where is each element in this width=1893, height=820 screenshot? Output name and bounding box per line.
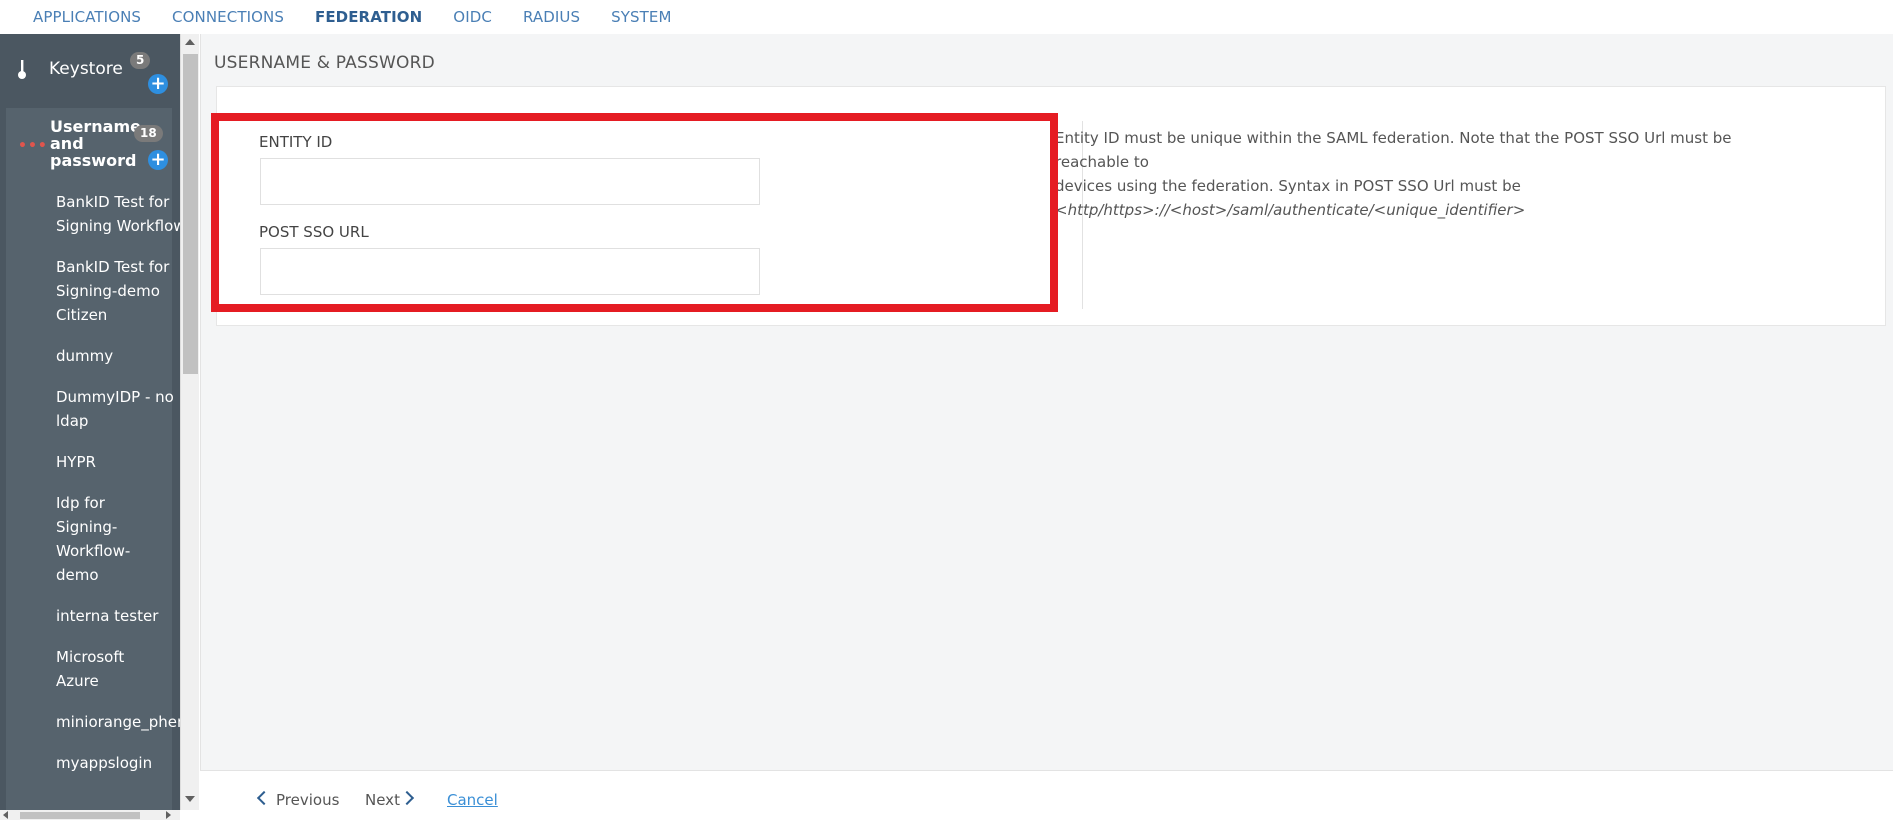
list-item[interactable]: myappslogin (56, 751, 180, 775)
list-item[interactable]: dummy (56, 344, 180, 368)
scroll-right-icon[interactable] (166, 811, 171, 819)
sidebar-group-username-password: ••• Username and password 18 + BankID Te… (6, 108, 180, 820)
chevron-left-icon[interactable] (256, 790, 272, 806)
list-item[interactable]: HYPR (56, 450, 180, 474)
sidebar: Keystore 5 + ••• Username and password 1… (0, 34, 180, 820)
scroll-down-icon[interactable] (185, 796, 195, 802)
horizontal-scrollbar[interactable] (0, 810, 180, 820)
help-text: Entity ID must be unique within the SAML… (1055, 126, 1775, 222)
help-syntax: <http/https>://<host>/saml/authenticate/… (1055, 201, 1526, 219)
pin-icon (18, 60, 26, 79)
scroll-thumb[interactable] (183, 54, 198, 374)
sidebar-group-title[interactable]: Username and password (50, 118, 141, 169)
sidebar-item-label: Keystore (49, 59, 123, 79)
vertical-scrollbar[interactable] (180, 34, 199, 810)
scroll-left-icon[interactable] (3, 811, 8, 819)
plus-circle-icon[interactable]: + (148, 150, 168, 170)
next-button[interactable]: Next (365, 791, 400, 809)
footer: Previous Next Cancel (200, 770, 1893, 820)
help-line-1: Entity ID must be unique within the SAML… (1055, 129, 1732, 171)
cancel-button[interactable]: Cancel (447, 791, 498, 809)
tab-applications[interactable]: APPLICATIONS (33, 8, 141, 26)
sidebar-list: BankID Test for Signing Workflow BankID … (56, 190, 180, 792)
tab-system[interactable]: SYSTEM (611, 8, 671, 26)
list-item[interactable]: DummyIDP - no ldap (56, 385, 180, 433)
tab-connections[interactable]: CONNECTIONS (172, 8, 284, 26)
help-line-2: devices using the federation. Syntax in … (1055, 177, 1521, 195)
chevron-right-icon[interactable] (399, 790, 415, 806)
count-badge: 18 (134, 125, 163, 142)
list-item[interactable]: miniorange_phen (56, 710, 180, 734)
scroll-thumb[interactable] (20, 812, 140, 819)
list-item[interactable]: Microsoft Azure (56, 645, 136, 693)
list-item[interactable]: BankID Test for Signing-demo Citizen (56, 255, 180, 327)
list-item[interactable]: BankID Test for Signing Workflow (56, 190, 180, 238)
highlight-box (211, 113, 1058, 312)
top-nav: APPLICATIONS CONNECTIONS FEDERATION OIDC… (0, 0, 1893, 34)
list-item[interactable]: Idp for Signing-Workflow-demo (56, 491, 136, 587)
dots-icon[interactable]: ••• (18, 138, 48, 154)
sidebar-item-keystore[interactable]: Keystore 5 + (0, 34, 180, 106)
count-badge: 5 (130, 52, 151, 69)
previous-button[interactable]: Previous (276, 791, 339, 809)
scroll-up-icon[interactable] (185, 39, 195, 45)
page-title: USERNAME & PASSWORD (214, 53, 435, 73)
list-item[interactable]: interna tester (56, 604, 180, 628)
tab-oidc[interactable]: OIDC (453, 8, 492, 26)
plus-circle-icon[interactable]: + (148, 74, 168, 94)
tab-federation[interactable]: FEDERATION (315, 8, 422, 26)
tab-radius[interactable]: RADIUS (523, 8, 580, 26)
